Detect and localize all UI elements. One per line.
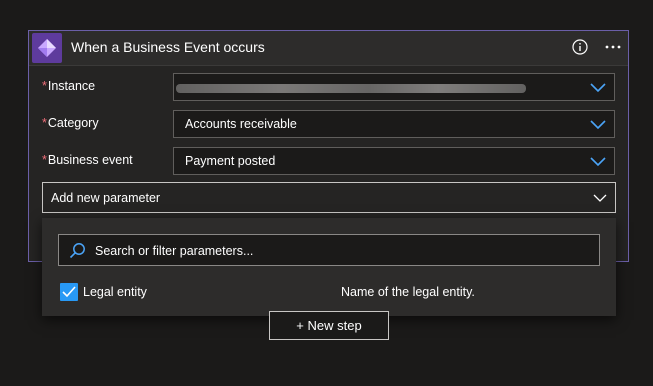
category-value: Accounts receivable bbox=[185, 117, 297, 131]
chevron-down-icon[interactable] bbox=[593, 193, 607, 203]
redacted-instance-value bbox=[176, 84, 526, 93]
instance-dropdown[interactable] bbox=[173, 73, 615, 101]
required-marker: * bbox=[42, 116, 47, 130]
trigger-card-header[interactable]: When a Business Event occurs bbox=[29, 31, 628, 66]
parameter-search-input[interactable] bbox=[93, 240, 587, 262]
instance-label: *Instance bbox=[42, 79, 95, 93]
chevron-down-icon[interactable] bbox=[590, 81, 606, 93]
required-marker: * bbox=[42, 79, 47, 93]
checkmark-icon bbox=[62, 286, 76, 298]
required-marker: * bbox=[42, 153, 47, 167]
instance-label-text: Instance bbox=[47, 79, 96, 93]
trigger-title: When a Business Event occurs bbox=[71, 39, 265, 55]
business-event-dropdown[interactable]: Payment posted bbox=[173, 147, 615, 175]
business-event-label: *Business event bbox=[42, 153, 133, 167]
new-step-label: + New step bbox=[296, 318, 362, 333]
new-step-button[interactable]: + New step bbox=[269, 311, 389, 340]
chevron-down-icon[interactable] bbox=[590, 118, 606, 130]
business-event-value: Payment posted bbox=[185, 154, 276, 168]
add-new-parameter-dropdown[interactable]: Add new parameter bbox=[42, 182, 616, 213]
category-dropdown[interactable]: Accounts receivable bbox=[173, 110, 615, 138]
legal-entity-checkbox[interactable] bbox=[60, 283, 78, 301]
search-icon bbox=[69, 243, 85, 259]
parameter-description: Name of the legal entity. bbox=[341, 285, 475, 299]
parameter-name: Legal entity bbox=[83, 285, 147, 299]
chevron-down-icon[interactable] bbox=[590, 155, 606, 167]
flow-canvas: When a Business Event occurs *Instance *… bbox=[0, 0, 653, 386]
parameter-flyout: Legal entity Name of the legal entity. bbox=[42, 218, 616, 316]
parameter-search-box[interactable] bbox=[58, 234, 600, 266]
more-options-icon[interactable] bbox=[604, 39, 622, 55]
dynamics-finance-icon bbox=[32, 33, 62, 63]
add-new-parameter-label: Add new parameter bbox=[51, 191, 161, 205]
business-event-label-text: Business event bbox=[47, 153, 133, 167]
category-label-text: Category bbox=[47, 116, 99, 130]
parameter-option-legal-entity[interactable]: Legal entity Name of the legal entity. bbox=[58, 282, 600, 304]
info-icon[interactable] bbox=[572, 39, 588, 55]
category-label: *Category bbox=[42, 116, 99, 130]
